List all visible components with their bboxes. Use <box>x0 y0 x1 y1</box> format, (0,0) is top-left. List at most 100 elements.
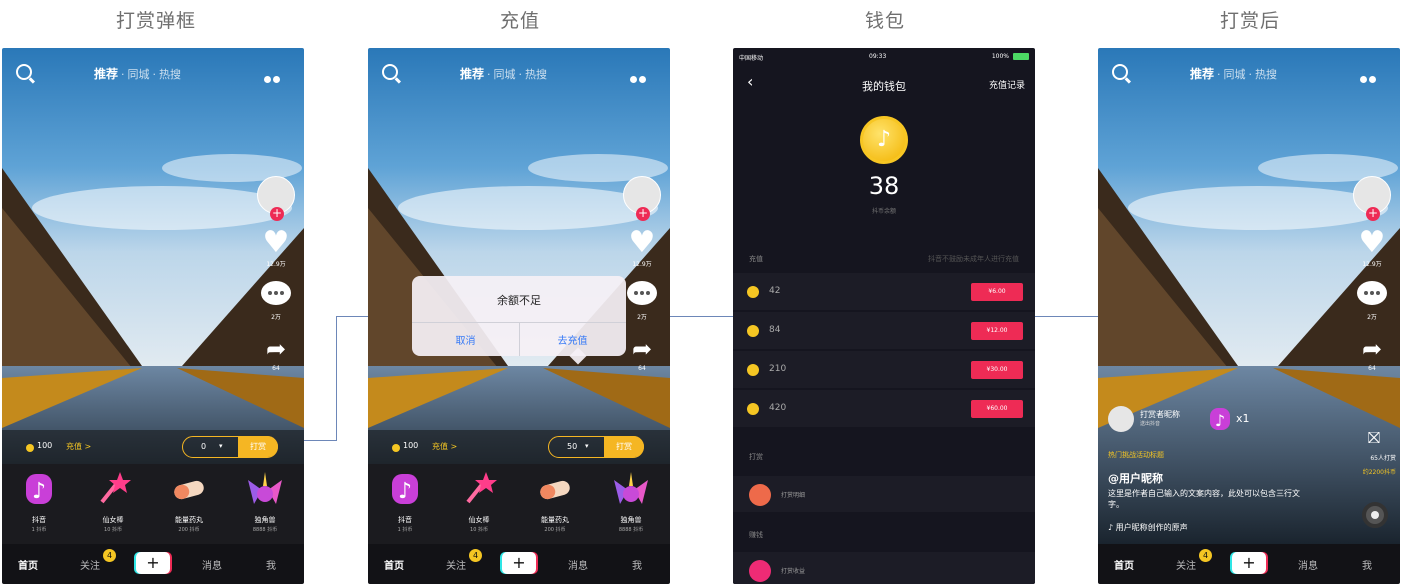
comment-button[interactable] <box>256 281 296 311</box>
gift-box-icon[interactable]: ⛝ <box>1362 428 1386 448</box>
gift-name: 仙女棒 <box>102 516 124 524</box>
share-button[interactable]: ➦ <box>256 334 296 364</box>
nav-me[interactable]: 我 <box>266 557 276 572</box>
more-icon[interactable] <box>630 68 650 83</box>
like-button[interactable]: ♥ <box>622 228 662 258</box>
create-button[interactable]: + <box>502 552 536 574</box>
quantity-selector[interactable]: 0 ▾ 打赏 <box>182 436 278 458</box>
nav-messages[interactable]: 消息 <box>568 557 588 572</box>
gift-item[interactable]: 独角兽 8888 抖币 <box>230 470 300 533</box>
gift-item[interactable]: 能量药丸 200 抖币 <box>520 470 590 533</box>
music-disc-icon[interactable] <box>1362 502 1388 528</box>
gift-item[interactable]: ♪ 抖音 1 抖币 <box>4 470 74 533</box>
tip-rank-label[interactable]: 65人打赏 <box>1370 453 1396 462</box>
like-count: 12.9万 <box>266 261 286 268</box>
nav-home[interactable]: 首页 <box>384 557 404 572</box>
like-button[interactable]: ♥ <box>256 228 296 258</box>
tab-recommend[interactable]: 推荐 <box>460 67 484 81</box>
pill-icon <box>174 480 204 500</box>
tip-detail-row[interactable]: 打赏明细 <box>733 476 1035 512</box>
gift-item[interactable]: 能量药丸 200 抖币 <box>154 470 224 533</box>
quantity-selector[interactable]: 50 ▾ 打赏 <box>548 436 644 458</box>
like-button[interactable]: ♥ <box>1352 228 1392 258</box>
gift-item[interactable]: 仙女棒 10 抖币 <box>78 470 148 533</box>
feed-tabs: 推荐 · 同城 · 热搜 <box>460 67 548 81</box>
flow-diagram: 打赏弹框 充值 钱包 打赏后 推荐 · 同城 · 热搜 + ♥ 12.9万 2万… <box>0 0 1401 584</box>
comment-button[interactable] <box>1352 281 1392 311</box>
hot-challenge-tag[interactable]: 热门挑战活动标题 <box>1108 450 1164 460</box>
unicorn-icon <box>614 472 648 504</box>
tab-hot[interactable]: 热搜 <box>1255 68 1277 81</box>
tab-local[interactable]: 同城 <box>494 68 516 81</box>
create-button[interactable]: + <box>1232 552 1266 574</box>
tab-hot[interactable]: 热搜 <box>525 68 547 81</box>
coin-icon <box>747 403 759 415</box>
share-count: 64 <box>272 365 280 372</box>
search-icon[interactable] <box>16 64 32 80</box>
package-buy-button[interactable]: ¥6.00 <box>971 283 1023 301</box>
package-buy-button[interactable]: ¥30.00 <box>971 361 1023 379</box>
section-title: 充值 <box>749 255 763 263</box>
coin-icon <box>747 325 759 337</box>
recharge-package: 42 ¥6.00 <box>733 273 1035 311</box>
music-label[interactable]: ♪ 用户昵称创作的原声 <box>1108 522 1188 533</box>
recharge-record-link[interactable]: 充值记录 <box>989 78 1025 91</box>
send-tip-button[interactable]: 打赏 <box>238 436 278 457</box>
wallet-header: ‹ 我的钱包 充值记录 <box>733 70 1035 98</box>
comment-button[interactable] <box>622 281 662 311</box>
cancel-button[interactable]: 取消 <box>412 332 519 347</box>
share-button[interactable]: ➦ <box>622 334 662 364</box>
tab-recommend[interactable]: 推荐 <box>94 67 118 81</box>
follow-plus-icon[interactable]: + <box>1366 207 1380 221</box>
nav-messages[interactable]: 消息 <box>1298 557 1318 572</box>
recharge-link[interactable]: 充值 > <box>432 441 457 452</box>
go-recharge-button[interactable]: 去充值 <box>519 332 626 347</box>
recharge-package: 210 ¥30.00 <box>733 351 1035 389</box>
wallet-balance: 38 <box>868 172 900 200</box>
bottom-nav: 首页 关注 4 + 消息 我 <box>2 544 304 584</box>
gift-item[interactable]: ♪ 抖音 1 抖币 <box>370 470 440 533</box>
share-button[interactable]: ➦ <box>1352 334 1392 364</box>
gift-price: 8888 抖币 <box>252 527 278 533</box>
tiktok-gift-icon: ♪ <box>1210 408 1230 430</box>
recharge-link[interactable]: 充值 > <box>66 441 91 452</box>
search-icon[interactable] <box>1112 64 1128 80</box>
create-button[interactable]: + <box>136 552 170 574</box>
creator-avatar[interactable]: + <box>1353 176 1391 221</box>
nav-home[interactable]: 首页 <box>18 557 38 572</box>
nav-me[interactable]: 我 <box>1362 557 1372 572</box>
follow-badge: 4 <box>469 549 482 562</box>
more-icon[interactable] <box>264 68 284 83</box>
gift-item[interactable]: 仙女棒 10 抖币 <box>444 470 514 533</box>
nav-me[interactable]: 我 <box>632 557 642 572</box>
tip-notification: 打赏者昵称 送出抖音 ♪ x1 <box>1108 406 1250 432</box>
send-tip-button[interactable]: 打赏 <box>604 436 644 457</box>
tab-local[interactable]: 同城 <box>1224 68 1246 81</box>
search-icon[interactable] <box>382 64 398 80</box>
comment-count: 2万 <box>271 314 281 321</box>
earnings-row[interactable]: 打赏收益 <box>733 552 1035 584</box>
nav-follow[interactable]: 关注 <box>1176 557 1196 572</box>
follow-plus-icon[interactable]: + <box>636 207 650 221</box>
tab-local[interactable]: 同城 <box>128 68 150 81</box>
package-buy-button[interactable]: ¥12.00 <box>971 322 1023 340</box>
insufficient-balance-dialog: 余额不足 取消 去充值 <box>412 276 626 365</box>
nav-messages[interactable]: 消息 <box>202 557 222 572</box>
author-nickname[interactable]: @用户昵称 <box>1108 470 1163 486</box>
tab-hot[interactable]: 热搜 <box>159 68 181 81</box>
nav-home[interactable]: 首页 <box>1114 557 1134 572</box>
package-buy-button[interactable]: ¥60.00 <box>971 400 1023 418</box>
gift-name: 抖音 <box>32 516 46 524</box>
comment-count: 2万 <box>637 314 647 321</box>
nav-follow[interactable]: 关注 <box>80 557 100 572</box>
nav-follow[interactable]: 关注 <box>446 557 466 572</box>
gift-bar: 100 充值 > 0 ▾ 打赏 <box>2 430 304 464</box>
follow-plus-icon[interactable]: + <box>270 207 284 221</box>
like-count: 12.9万 <box>1362 261 1382 268</box>
more-icon[interactable] <box>1360 68 1380 83</box>
gift-item[interactable]: 独角兽 8888 抖币 <box>596 470 666 533</box>
creator-avatar[interactable]: + <box>623 176 661 221</box>
tab-recommend[interactable]: 推荐 <box>1190 67 1214 81</box>
share-icon: ➦ <box>1361 335 1383 363</box>
creator-avatar[interactable]: + <box>257 176 295 221</box>
